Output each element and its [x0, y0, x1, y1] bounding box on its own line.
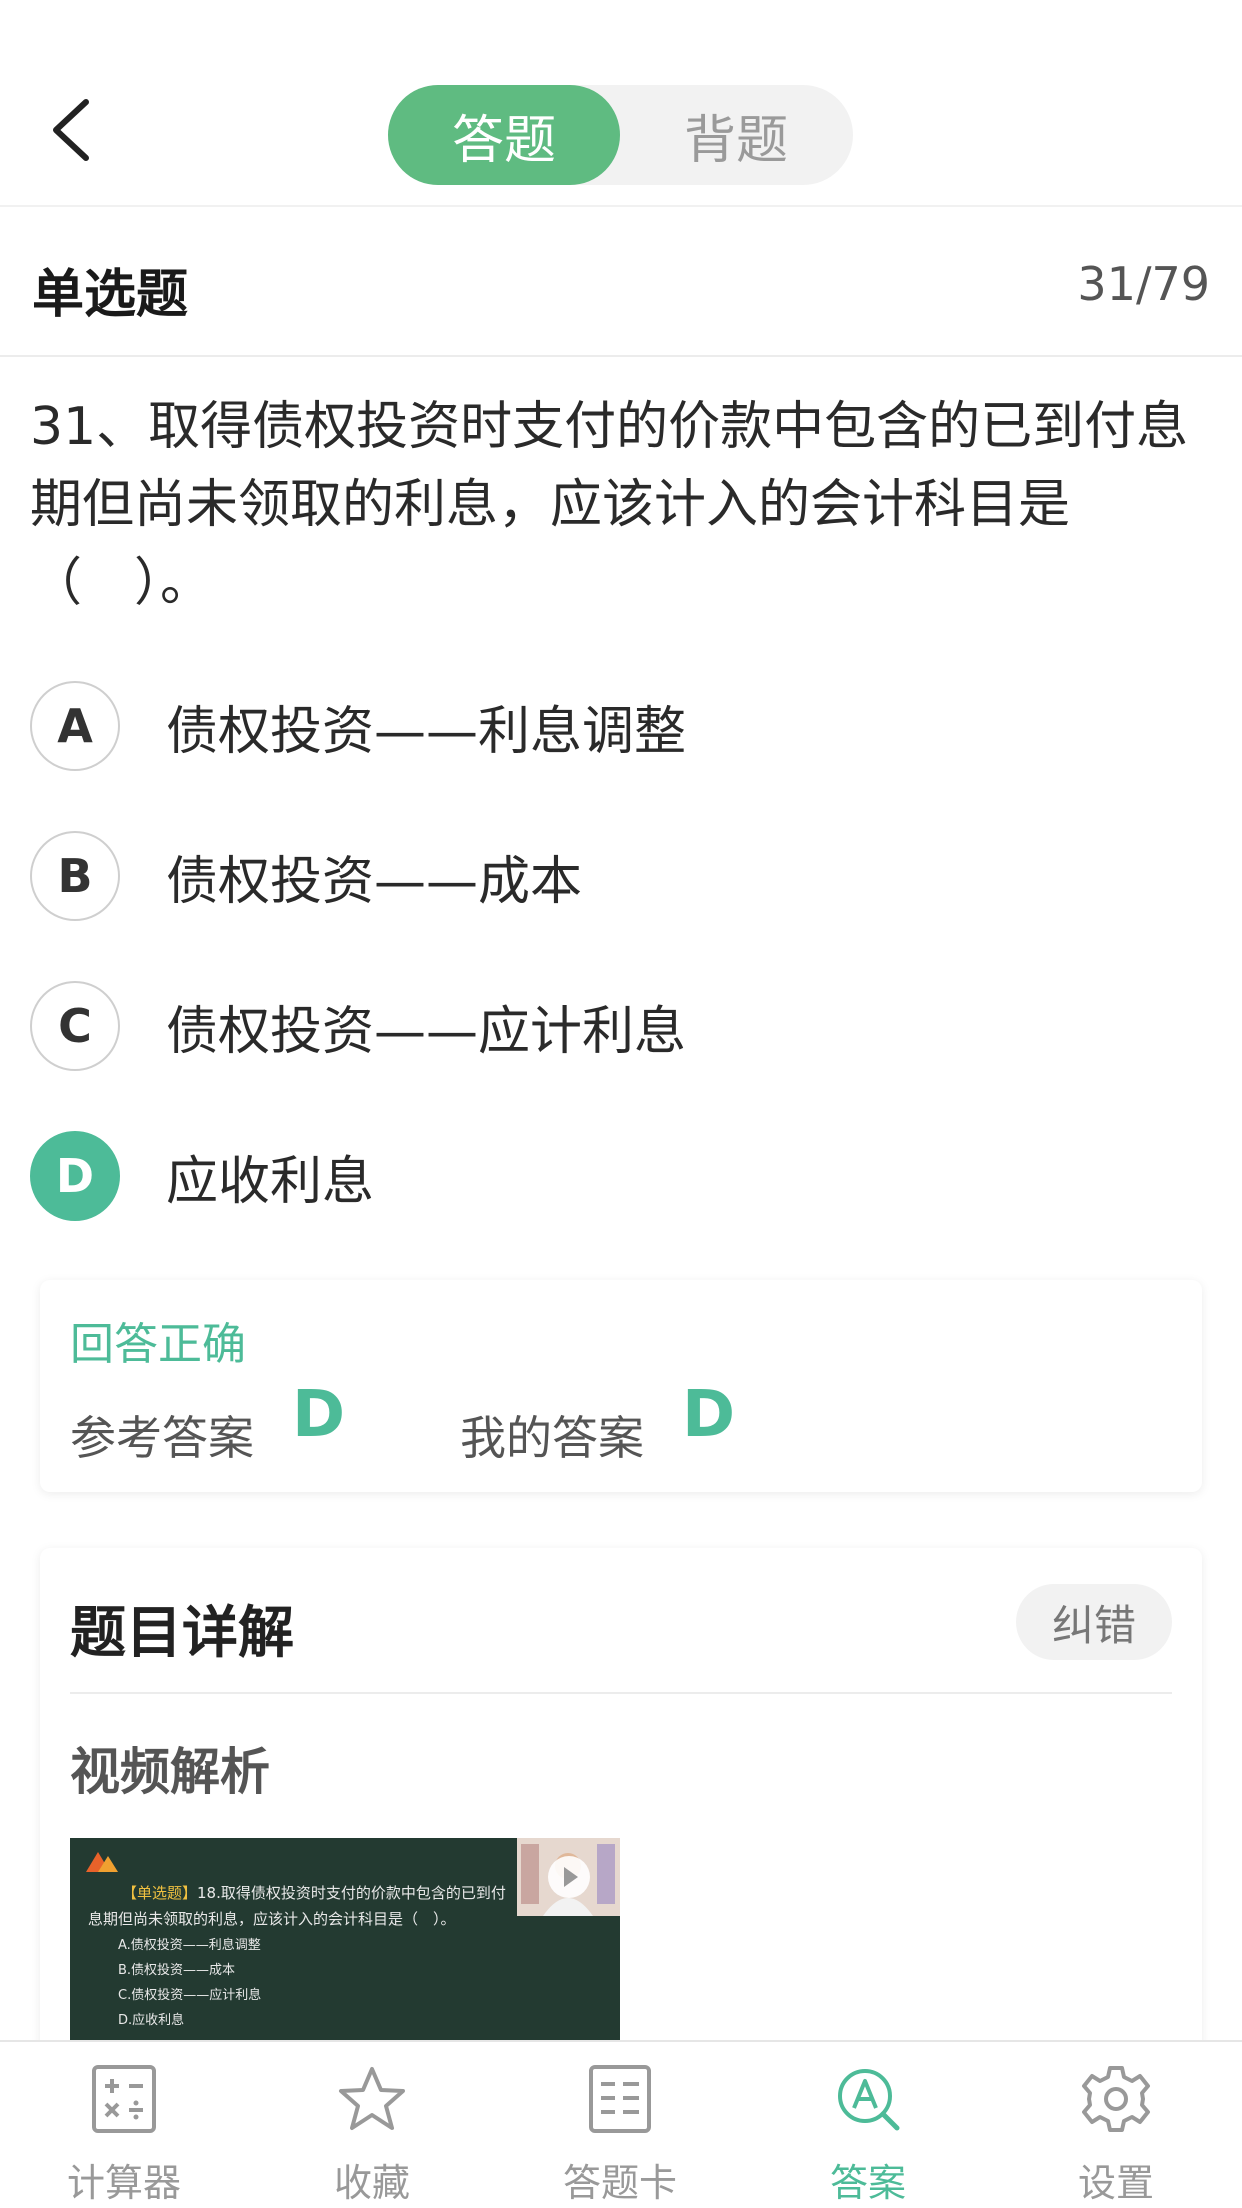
play-icon[interactable] [548, 1856, 590, 1898]
tab-answer-mode[interactable]: 答题 [388, 85, 620, 185]
my-answer-value: D [682, 1378, 736, 1452]
reference-answer-value: D [292, 1378, 346, 1452]
option-letter: B [30, 831, 120, 921]
report-error-button[interactable]: 纠错 [1016, 1584, 1172, 1660]
option-text: 债权投资——利息调整 [166, 701, 687, 762]
star-icon [339, 2067, 405, 2130]
divider [0, 355, 1242, 357]
option-d[interactable]: D 应收利息 [30, 1130, 1210, 1222]
result-card: 回答正确 参考答案 D 我的答案 D [40, 1280, 1202, 1492]
tab-favorites[interactable]: 收藏 [248, 2042, 496, 2208]
option-text: 债权投资——应计利息 [166, 1001, 687, 1062]
question-type: 单选题 [32, 265, 189, 325]
calculator-icon [92, 2065, 156, 2133]
tab-answers[interactable]: 答案 [744, 2042, 992, 2208]
explanation-title: 题目详解 [70, 1601, 294, 1666]
mode-switch: 答题 背题 [388, 85, 853, 185]
answer-search-icon [838, 2069, 900, 2131]
bottom-tab-bar: 计算器 收藏 答题卡 答案 设置 [0, 2040, 1242, 2208]
video-slide-option: A.债权投资——利息调整 [118, 1938, 261, 1953]
result-status: 回答正确 [70, 1319, 246, 1370]
question-type-row: 单选题 31/79 [0, 207, 1242, 355]
option-text: 应收利息 [166, 1151, 375, 1212]
tab-calculator[interactable]: 计算器 [0, 2042, 248, 2208]
divider [70, 1692, 1172, 1694]
question-text: 31、取得债权投资时支付的价款中包含的已到付息期但尚未领取的利息，应该计入的会计… [30, 397, 1189, 613]
video-slide-option: B.债权投资——成本 [118, 1963, 236, 1978]
tab-memorize-mode[interactable]: 背题 [620, 85, 852, 185]
option-letter: A [30, 681, 120, 771]
video-slide-option: C.债权投资——应计利息 [118, 1988, 262, 2003]
video-thumbnail[interactable]: 【单选题】18.取得债权投资时支付的价款中包含的已到付 息期但尚未领取的利息，应… [70, 1838, 620, 2068]
tab-answer-sheet[interactable]: 答题卡 [496, 2042, 744, 2208]
my-answer-label: 我的答案 [460, 1411, 644, 1465]
option-a[interactable]: A 债权投资——利息调整 [30, 680, 1210, 772]
tab-label: 计算器 [66, 2161, 181, 2205]
option-text: 债权投资——成本 [166, 851, 583, 912]
option-letter-selected: D [30, 1131, 120, 1221]
video-slide-option: D.应收利息 [118, 2013, 185, 2028]
reference-answer-label: 参考答案 [70, 1411, 254, 1465]
tab-label: 答题卡 [562, 2161, 677, 2205]
question-counter: 31/79 [1077, 257, 1210, 311]
tab-label: 答案 [829, 2161, 906, 2205]
video-analysis-title: 视频解析 [70, 1743, 270, 1801]
answer-sheet-icon [589, 2065, 651, 2133]
logo-icon [86, 1852, 118, 1872]
top-bar: 答题 背题 [0, 0, 1242, 205]
back-button[interactable] [40, 90, 100, 170]
option-b[interactable]: B 债权投资——成本 [30, 830, 1210, 922]
option-letter: C [30, 981, 120, 1071]
video-slide-line: 【单选题】18.取得债权投资时支付的价款中包含的已到付 [122, 1884, 506, 1902]
tab-label: 设置 [1077, 2161, 1154, 2205]
option-c[interactable]: C 债权投资——应计利息 [30, 980, 1210, 1072]
tab-settings[interactable]: 设置 [992, 2042, 1240, 2208]
tab-label: 收藏 [333, 2161, 410, 2205]
video-slide-line: 息期但尚未领取的利息，应该计入的会计科目是（ ）。 [88, 1910, 456, 1928]
settings-icon [1082, 2066, 1150, 2132]
chevron-left-icon [53, 99, 89, 161]
